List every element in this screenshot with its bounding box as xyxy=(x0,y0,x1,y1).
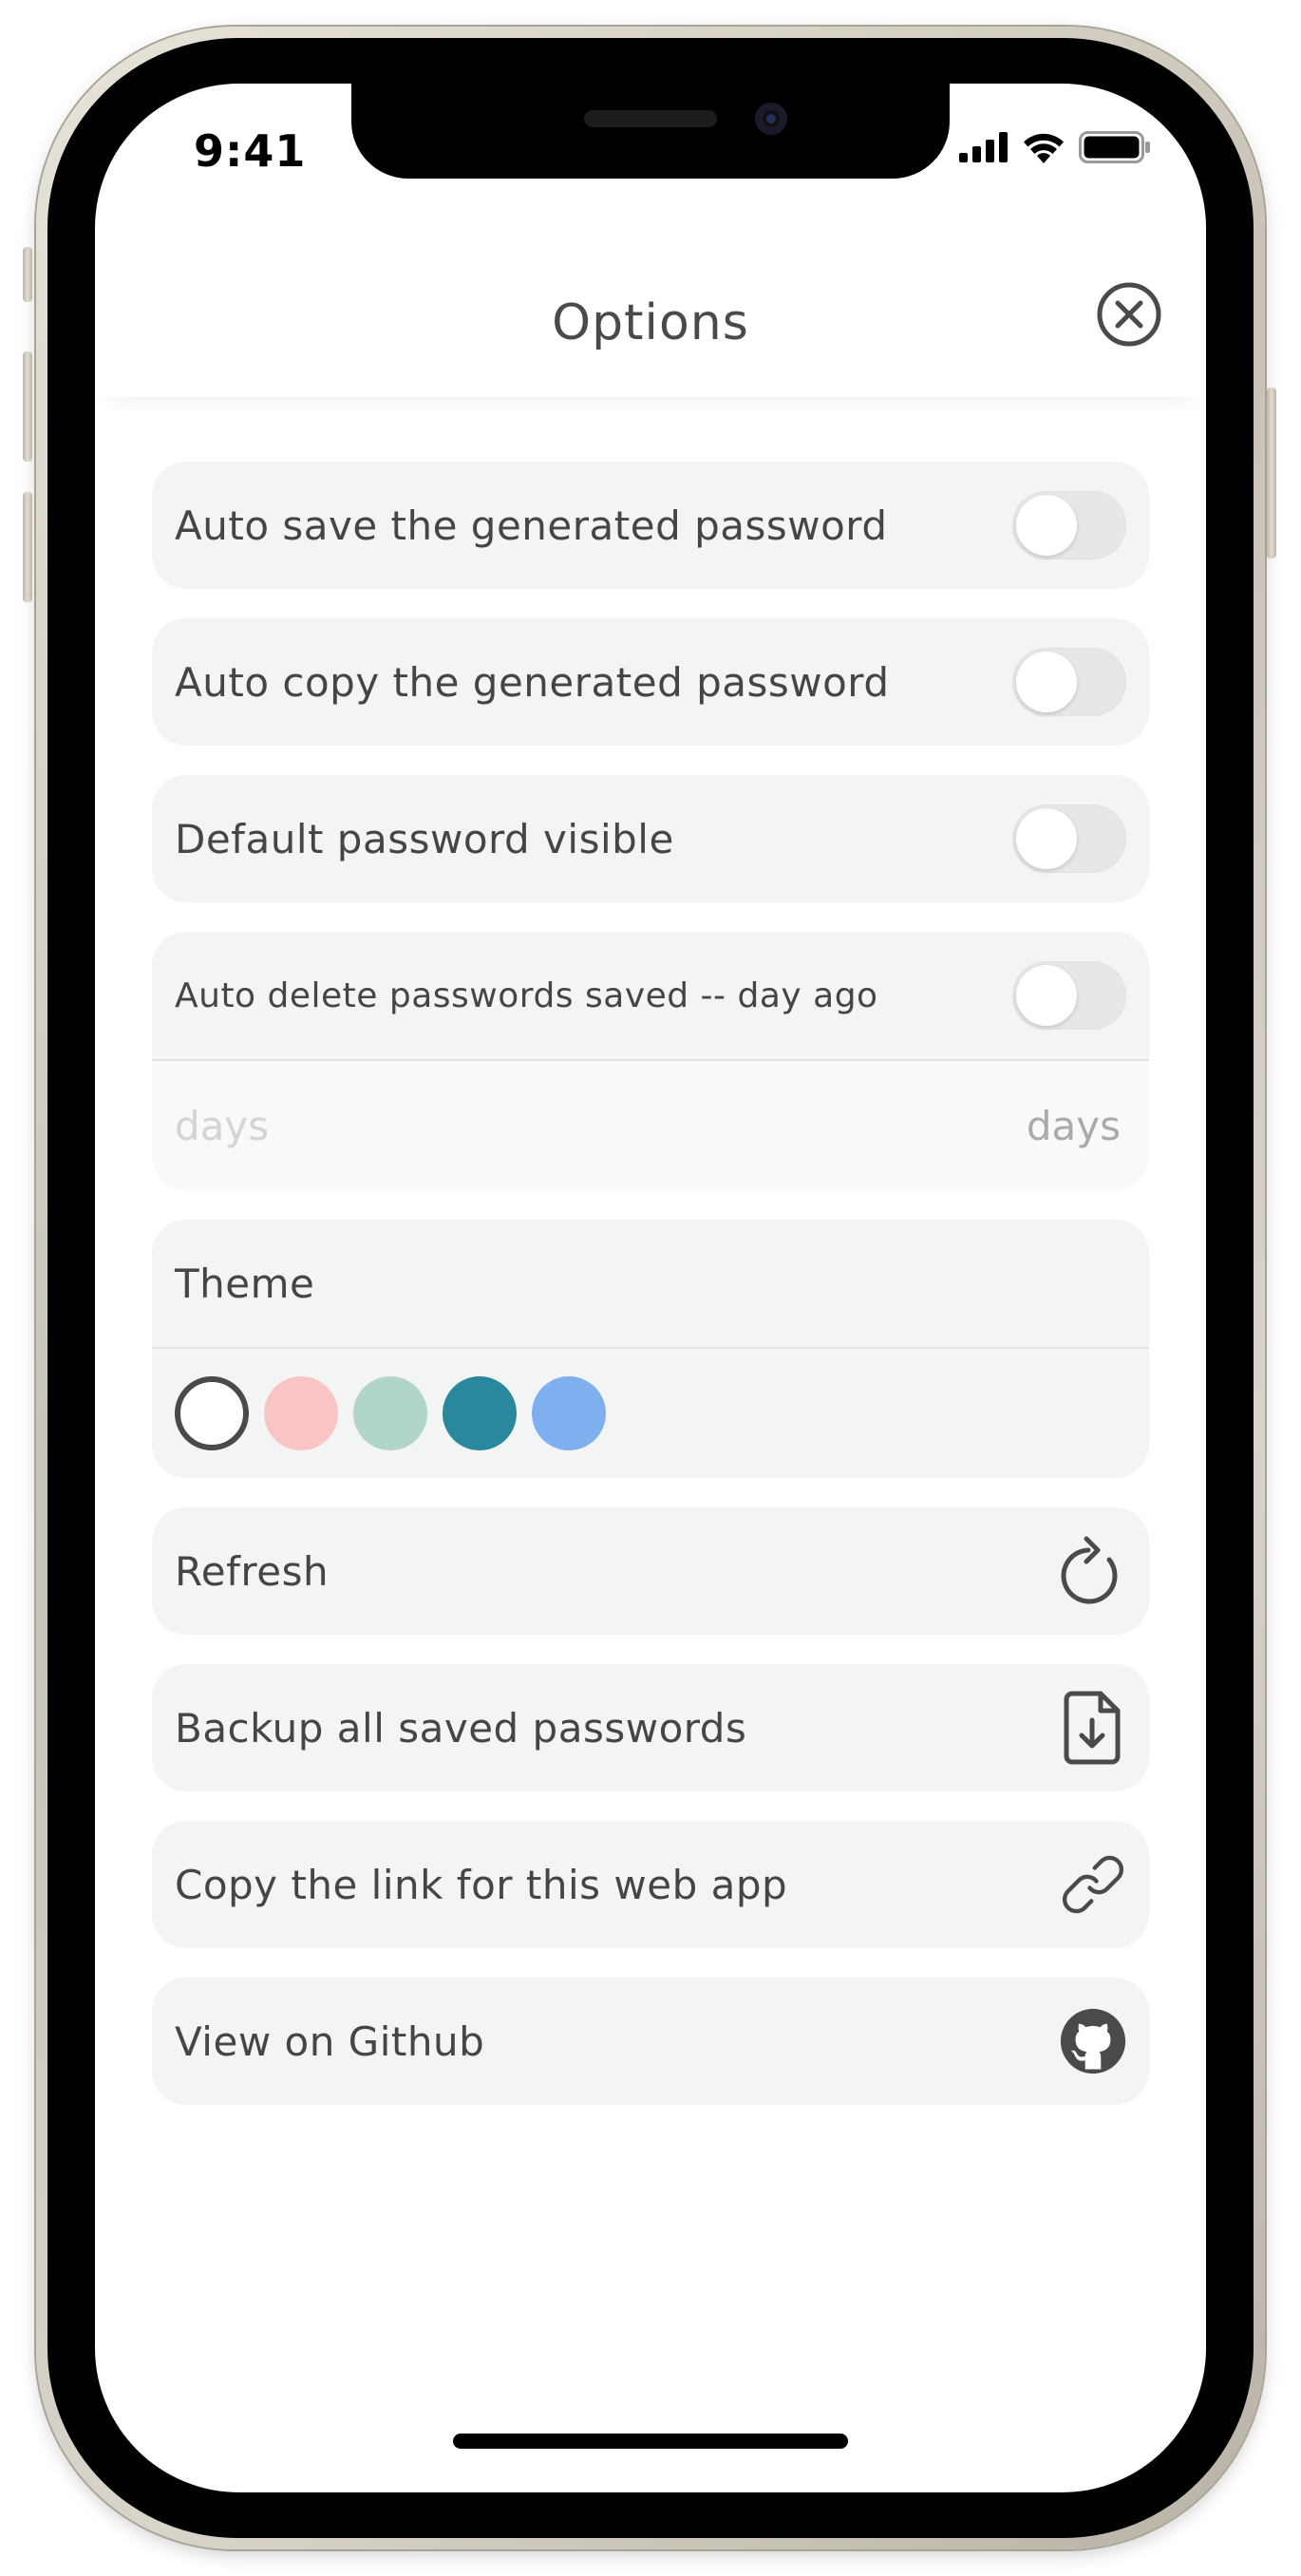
theme-swatch-mint[interactable] xyxy=(353,1376,427,1450)
power-button xyxy=(1267,388,1276,559)
speaker-grille xyxy=(584,110,717,127)
days-input[interactable] xyxy=(175,1102,745,1149)
theme-swatches xyxy=(152,1349,1149,1478)
home-indicator xyxy=(453,2434,848,2449)
auto-delete-toggle[interactable] xyxy=(1012,961,1126,1030)
default-visible-label: Default password visible xyxy=(175,815,674,862)
file-download-icon xyxy=(1060,1690,1126,1766)
theme-swatch-pink[interactable] xyxy=(264,1376,338,1450)
theme-swatch-teal[interactable] xyxy=(443,1376,517,1450)
default-visible-row: Default password visible xyxy=(152,775,1149,902)
github-row[interactable]: View on Github xyxy=(152,1978,1149,2105)
auto-save-toggle[interactable] xyxy=(1012,491,1126,559)
auto-delete-row: Auto delete passwords saved -- day ago xyxy=(152,932,1149,1061)
backup-row[interactable]: Backup all saved passwords xyxy=(152,1664,1149,1791)
cellular-signal-icon xyxy=(959,132,1008,162)
auto-delete-group: Auto delete passwords saved -- day ago d… xyxy=(152,932,1149,1190)
close-icon xyxy=(1097,282,1161,347)
auto-delete-days-row: days xyxy=(152,1061,1149,1190)
notch xyxy=(351,84,950,179)
battery-icon xyxy=(1079,131,1150,163)
close-button[interactable] xyxy=(1096,281,1162,348)
silent-switch xyxy=(23,247,32,302)
front-camera xyxy=(755,103,787,135)
auto-save-row: Auto save the generated password xyxy=(152,462,1149,589)
link-icon xyxy=(1060,1847,1126,1923)
refresh-icon xyxy=(1060,1533,1126,1609)
toggle-knob xyxy=(1016,652,1077,712)
default-visible-toggle[interactable] xyxy=(1012,805,1126,873)
screen: 9:41 Options Auto save the generated pas… xyxy=(95,84,1206,2492)
page-title: Options xyxy=(552,294,749,351)
theme-label: Theme xyxy=(175,1260,315,1307)
theme-group: Theme xyxy=(152,1220,1149,1478)
volume-up-button xyxy=(23,351,32,462)
theme-swatch-blue[interactable] xyxy=(532,1376,606,1450)
refresh-label: Refresh xyxy=(175,1547,330,1595)
days-unit-label: days xyxy=(1026,1102,1121,1149)
auto-copy-row: Auto copy the generated password xyxy=(152,618,1149,746)
wifi-icon xyxy=(1024,133,1064,163)
toggle-knob xyxy=(1016,495,1077,556)
github-label: View on Github xyxy=(175,2017,485,2065)
volume-down-button xyxy=(23,492,32,602)
refresh-row[interactable]: Refresh xyxy=(152,1507,1149,1635)
status-time: 9:41 xyxy=(194,125,307,177)
github-icon xyxy=(1060,2003,1126,2079)
auto-save-label: Auto save the generated password xyxy=(175,502,888,549)
options-header: Options xyxy=(95,274,1206,397)
copy-link-label: Copy the link for this web app xyxy=(175,1861,788,1908)
auto-copy-label: Auto copy the generated password xyxy=(175,658,890,706)
toggle-knob xyxy=(1016,808,1077,869)
auto-copy-toggle[interactable] xyxy=(1012,648,1126,716)
toggle-knob xyxy=(1016,965,1077,1026)
backup-label: Backup all saved passwords xyxy=(175,1704,747,1752)
auto-delete-label: Auto delete passwords saved -- day ago xyxy=(175,975,878,1015)
copy-link-row[interactable]: Copy the link for this web app xyxy=(152,1821,1149,1948)
theme-swatch-white[interactable] xyxy=(175,1376,249,1450)
status-icons xyxy=(959,131,1151,163)
theme-header-row: Theme xyxy=(152,1220,1149,1349)
